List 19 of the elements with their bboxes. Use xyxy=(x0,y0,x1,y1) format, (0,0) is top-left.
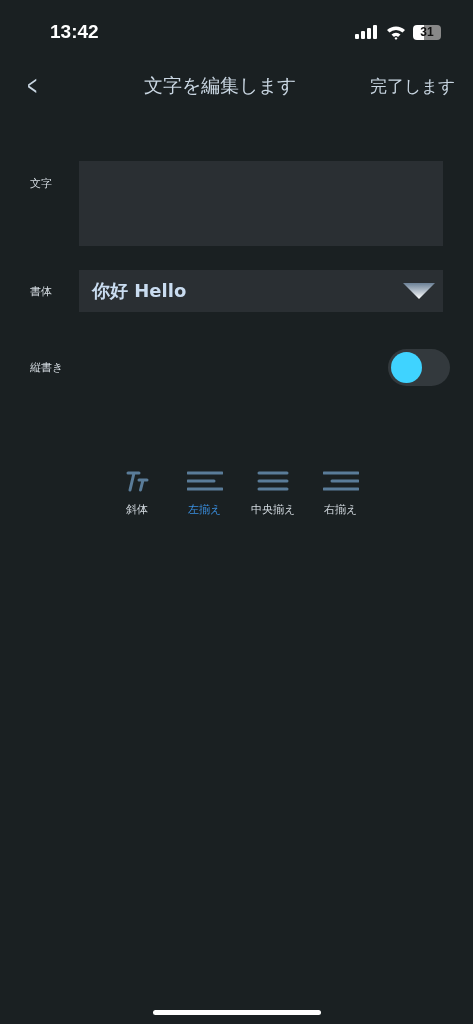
status-time: 13:42 xyxy=(50,21,99,43)
signal-icon xyxy=(355,25,379,39)
format-tool[interactable]: 右揃え xyxy=(311,470,370,517)
format-tool[interactable]: 中央揃え xyxy=(243,470,302,517)
vertical-toggle[interactable] xyxy=(388,349,450,386)
italic-icon xyxy=(124,470,149,492)
alignment-icon xyxy=(186,470,223,492)
font-label: 書体 xyxy=(30,283,53,299)
format-tool[interactable]: 斜体 xyxy=(107,470,166,517)
back-button[interactable]: < xyxy=(24,70,40,102)
wifi-icon xyxy=(386,24,406,40)
done-button[interactable]: 完了します xyxy=(370,74,455,98)
text-label: 文字 xyxy=(30,176,53,192)
font-dropdown[interactable]: 你好 Hello xyxy=(79,270,443,312)
vertical-label: 縦書き xyxy=(30,360,64,375)
page-title: 文字を編集します xyxy=(144,73,297,98)
alignment-icon xyxy=(322,470,359,492)
format-tool[interactable]: 左揃え xyxy=(175,470,234,517)
caret-icon xyxy=(403,283,435,299)
